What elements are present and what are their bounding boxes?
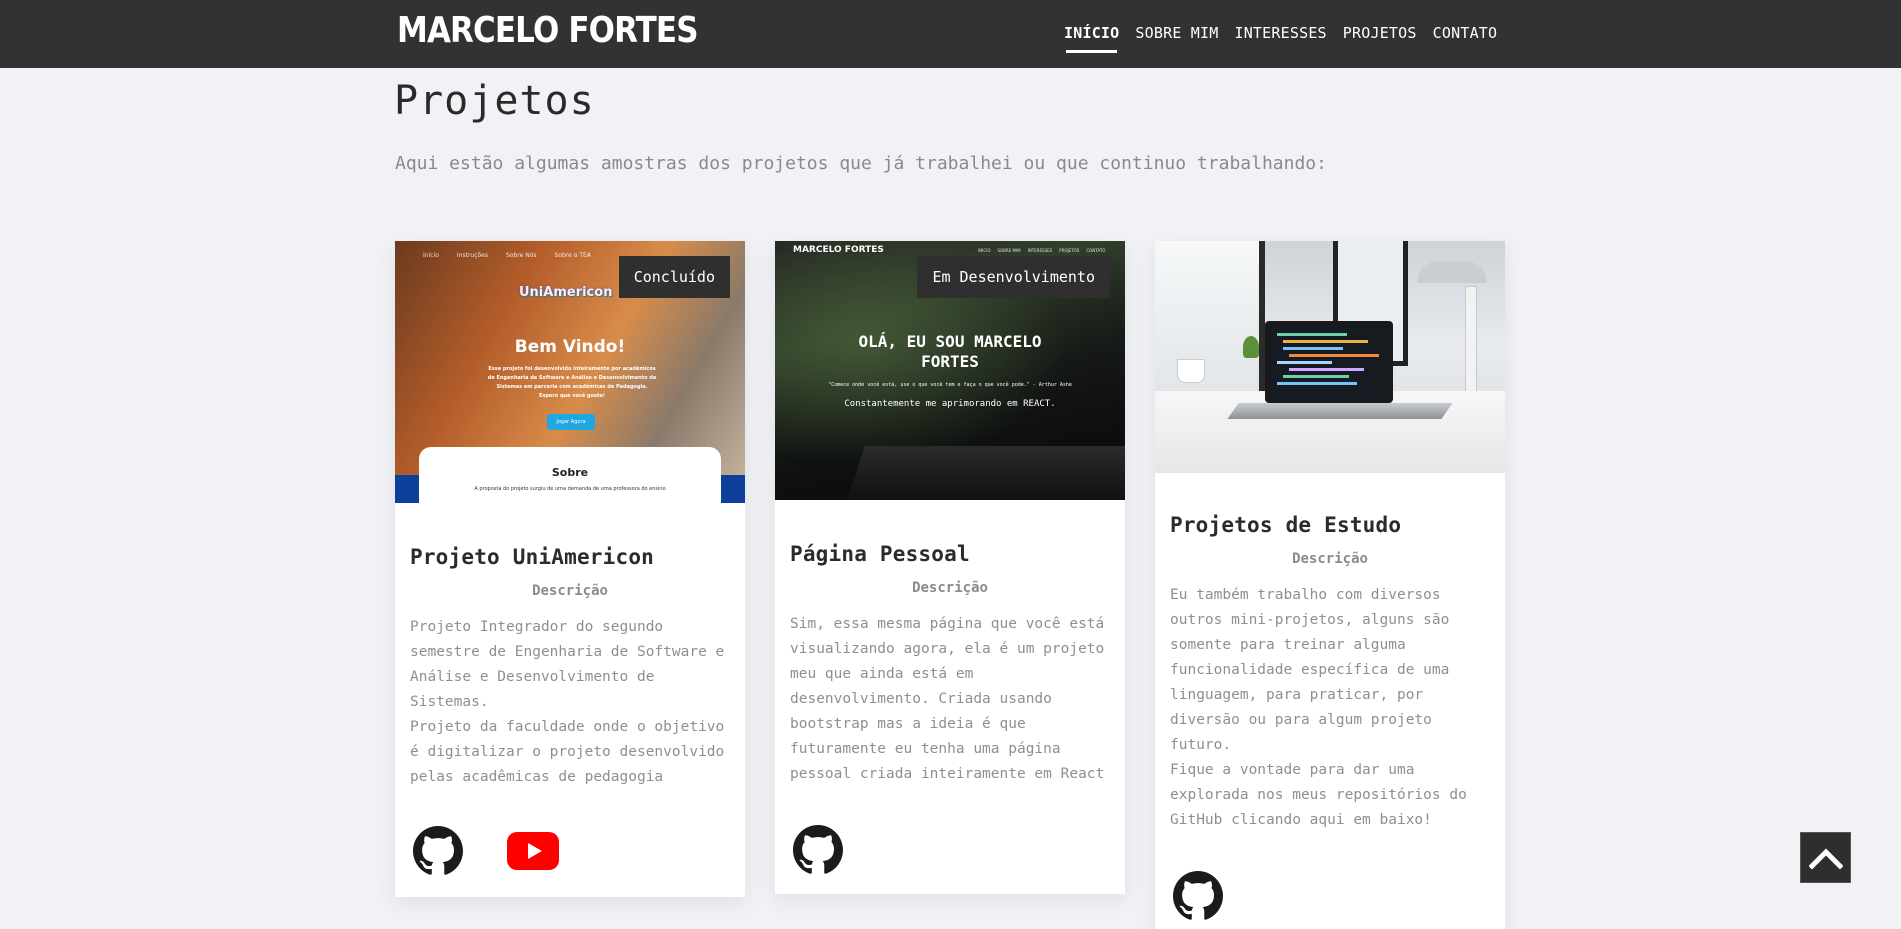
project-card-uniamericon: Início Instruções Sobre Nós Sobre o TEA … — [395, 241, 745, 897]
nav-item-inicio[interactable]: INÍCIO — [1056, 24, 1127, 53]
screenshot-logo: UniAmericon — [519, 285, 613, 300]
nav-item-contato[interactable]: CONTATO — [1425, 24, 1506, 42]
screenshot-nav: Início Instruções Sobre Nós Sobre o TEA — [423, 252, 591, 259]
nav-item-sobre-mim[interactable]: SOBRE MIM — [1127, 24, 1226, 42]
project-links — [413, 826, 559, 876]
screenshot-quote: "Comece onde você está, use o que você t… — [828, 382, 1072, 388]
project-links — [1173, 871, 1223, 921]
project-title: Projetos de Estudo — [1170, 513, 1402, 537]
screenshot-nav-item: Sobre Nós — [506, 252, 537, 259]
github-icon[interactable] — [413, 826, 463, 876]
project-description: Sim, essa mesma página que você está vis… — [775, 612, 1125, 787]
nav-menu: INÍCIO SOBRE MIM INTERESSES PROJETOS CON… — [1056, 24, 1506, 53]
description-paragraph: Projeto da faculdade onde o objetivo é d… — [410, 719, 725, 785]
status-badge: Em Desenvolvimento — [917, 256, 1110, 298]
project-card-projetos-estudo: Projetos de Estudo Descrição Eu também t… — [1155, 241, 1505, 929]
photo-laptop-screen — [1265, 321, 1393, 403]
status-badge: Concluído — [618, 256, 730, 298]
screenshot-nav-item: PROJETOS — [1059, 248, 1080, 253]
photo-plant — [1243, 336, 1259, 358]
description-paragraph: Eu também trabalho com diversos outros m… — [1170, 587, 1450, 753]
screenshot-nav-item: Instruções — [456, 252, 488, 259]
screenshot-panel: Sobre A proposta do projeto surgiu de um… — [419, 447, 721, 503]
project-links — [793, 825, 843, 875]
project-subtitle: Descrição — [912, 580, 988, 596]
screenshot-nav-item: INÍCIO — [978, 248, 991, 253]
screenshot-nav-item: CONTATO — [1086, 248, 1106, 253]
screenshot-nav-item: INTERESSES — [1027, 248, 1053, 253]
screenshot-nav-item: Sobre o TEA — [554, 252, 591, 259]
project-description: Projeto Integrador do segundo semestre d… — [395, 615, 745, 790]
description-paragraph: Projeto Integrador do segundo semestre d… — [410, 619, 725, 710]
chevron-up-icon — [1808, 847, 1843, 869]
nav-item-projetos[interactable]: PROJETOS — [1335, 24, 1425, 42]
photo-cup — [1177, 359, 1205, 383]
navbar: MARCELO FORTES INÍCIO SOBRE MIM INTERESS… — [0, 0, 1901, 68]
project-screenshot-uniamericon: Início Instruções Sobre Nós Sobre o TEA … — [395, 241, 745, 503]
project-title: Projeto UniAmericon — [410, 545, 655, 569]
screenshot-brand: MARCELO FORTES — [793, 245, 884, 255]
screenshot-heading: Bem Vindo! — [514, 337, 626, 357]
project-description: Eu também trabalho com diversos outros m… — [1155, 583, 1505, 833]
brand-logo[interactable]: MARCELO FORTES — [397, 10, 699, 51]
nav-item-interesses[interactable]: INTERESSES — [1226, 24, 1334, 42]
project-card-pagina-pessoal: MARCELO FORTES INÍCIO SOBRE MIM INTERESS… — [775, 241, 1125, 894]
photo-laptop-base — [1227, 403, 1453, 419]
screenshot-body: Esse projeto foi desenvolvido inteiramen… — [487, 366, 657, 399]
project-screenshot-projetos-estudo — [1155, 241, 1505, 473]
section-intro: Aqui estão algumas amostras dos projetos… — [395, 153, 1327, 174]
github-icon[interactable] — [793, 825, 843, 875]
screenshot-tagline: Constantemente me aprimorando em REACT. — [844, 399, 1056, 409]
screenshot-panel-text: A proposta do projeto surgiu de uma dema… — [474, 486, 666, 492]
screenshot-nav-item: Início — [423, 252, 439, 259]
description-paragraph: Fique a vontade para dar uma explorada n… — [1170, 762, 1467, 828]
youtube-icon[interactable] — [507, 832, 559, 870]
screenshot-panel-title: Sobre — [551, 466, 589, 479]
github-icon[interactable] — [1173, 871, 1223, 921]
project-subtitle: Descrição — [1292, 551, 1368, 567]
screenshot-nav-item: SOBRE MIM — [997, 248, 1021, 253]
project-subtitle: Descrição — [532, 583, 608, 599]
photo-lamp — [1417, 261, 1487, 283]
project-title: Página Pessoal — [790, 542, 970, 566]
description-paragraph: Sim, essa mesma página que você está vis… — [790, 616, 1105, 782]
section-title: Projetos — [394, 78, 595, 124]
back-to-top-button[interactable] — [1800, 832, 1851, 883]
screenshot-heading: OLÁ, EU SOU MARCELO FORTES — [858, 332, 1042, 371]
project-screenshot-pagina-pessoal: MARCELO FORTES INÍCIO SOBRE MIM INTERESS… — [775, 241, 1125, 500]
screenshot-nav: INÍCIO SOBRE MIM INTERESSES PROJETOS CON… — [978, 248, 1105, 253]
screenshot-laptop — [845, 446, 1125, 500]
screenshot-button: Jogar Agora — [547, 414, 595, 430]
photo-window — [1155, 241, 1265, 406]
